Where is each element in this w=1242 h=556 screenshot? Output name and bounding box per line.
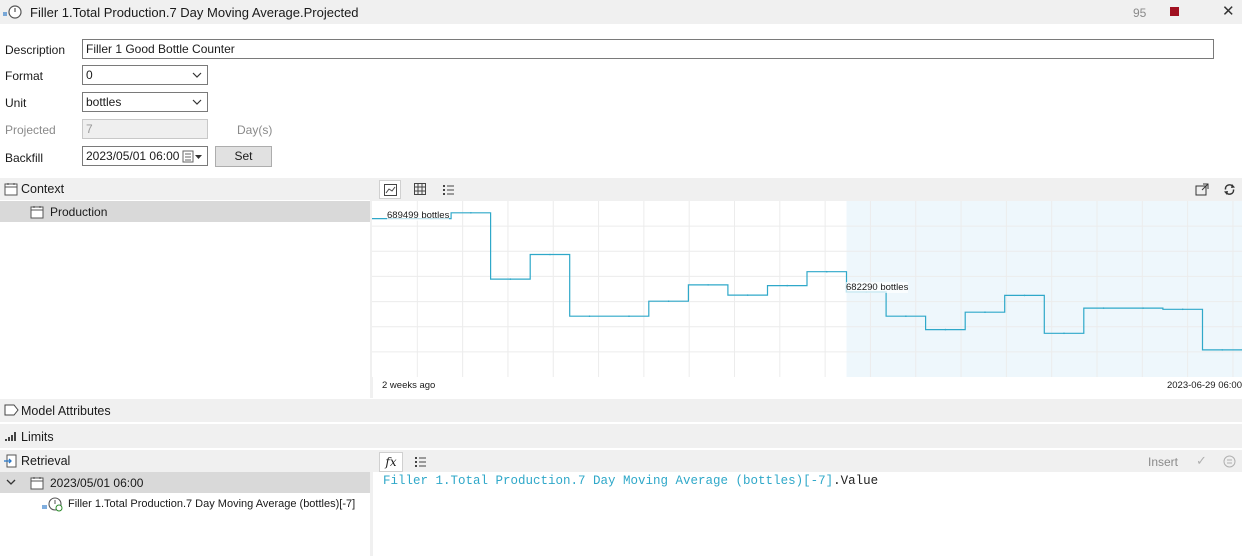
- data-point: [1142, 307, 1144, 309]
- insert-button[interactable]: Insert: [1148, 455, 1178, 469]
- description-field[interactable]: Filler 1 Good Bottle Counter: [82, 39, 1214, 59]
- model-attributes-section[interactable]: Model Attributes: [0, 399, 1242, 422]
- backfill-datetime-field[interactable]: 2023/05/01 06:00: [82, 146, 208, 166]
- unit-value: bottles: [86, 95, 122, 109]
- limits-title: Limits: [21, 430, 54, 444]
- retrieval-icon: [4, 454, 17, 468]
- data-point: [1221, 349, 1223, 351]
- context-item-production[interactable]: Production: [0, 201, 370, 222]
- retrieval-header: Retrieval: [0, 450, 370, 472]
- list-icon[interactable]: [414, 455, 427, 467]
- chart-toolbar: [373, 178, 1242, 201]
- current-value-label: 682290 bottles: [846, 282, 909, 293]
- clock-tag-icon: [42, 497, 63, 512]
- chevron-down-icon: [192, 72, 202, 78]
- start-value-label: 689499 bottles: [387, 210, 450, 221]
- data-point: [1181, 308, 1184, 311]
- projected-unit: Day(s): [237, 123, 273, 137]
- chart-view-tab[interactable]: [379, 180, 401, 199]
- calendar-icon: [30, 206, 44, 219]
- expression-editor[interactable]: Filler 1.Total Production.7 Day Moving A…: [383, 472, 1238, 490]
- projected-label: Projected: [5, 123, 56, 137]
- data-point: [667, 300, 670, 302]
- trend-chart-plot: [372, 201, 1242, 377]
- trend-chart[interactable]: 689499 bottles 682290 bottles: [372, 201, 1242, 377]
- data-point: [470, 212, 472, 214]
- context-item-label: Production: [50, 205, 108, 219]
- data-point: [905, 315, 907, 317]
- backfill-label: Backfill: [5, 151, 44, 165]
- calendar-dropdown-icon[interactable]: [182, 150, 204, 163]
- data-point: [826, 270, 828, 273]
- axis-end-label: 2023-06-29 06:00: [1166, 380, 1242, 391]
- expand-chevron-icon[interactable]: [6, 478, 16, 486]
- limits-icon: [5, 432, 16, 441]
- data-point: [588, 315, 591, 317]
- projected-field: 7: [82, 119, 208, 139]
- popout-icon[interactable]: [1195, 183, 1209, 196]
- calendar-icon: [30, 477, 44, 490]
- close-button[interactable]: ✕: [1222, 2, 1235, 20]
- tag-icon: [4, 404, 19, 416]
- expression-toolbar: fx Insert ✓: [373, 450, 1242, 472]
- context-calendar-icon: [4, 183, 18, 196]
- list-icon[interactable]: [442, 183, 455, 195]
- function-tab-icon[interactable]: fx: [379, 452, 403, 472]
- data-point: [1102, 307, 1105, 309]
- axis-start-label: 2 weeks ago: [382, 380, 436, 391]
- data-point: [1063, 332, 1065, 335]
- data-point: [628, 315, 630, 317]
- refresh-icon[interactable]: [1223, 183, 1236, 196]
- context-header: Context: [0, 178, 370, 200]
- chart-axis: 2 weeks ago 2023-06-29 06:00: [373, 377, 1242, 397]
- backfill-value: 2023/05/01 06:00: [86, 149, 180, 163]
- unit-select[interactable]: bottles: [82, 92, 208, 112]
- description-label: Description: [5, 43, 66, 57]
- retrieval-title: Retrieval: [21, 454, 71, 468]
- data-point: [944, 328, 947, 331]
- retrieval-node-time[interactable]: 2023/05/01 06:00: [0, 472, 370, 493]
- title-bar: Filler 1.Total Production.7 Day Moving A…: [0, 0, 1242, 24]
- unit-label: Unit: [5, 96, 27, 110]
- expression-reference: Filler 1.Total Production.7 Day Moving A…: [383, 474, 834, 488]
- limits-section[interactable]: Limits: [0, 424, 1242, 448]
- format-select[interactable]: 0: [82, 65, 208, 85]
- data-point: [707, 284, 709, 286]
- clock-tag-icon: [2, 3, 24, 21]
- retrieval-node-item-label: Filler 1.Total Production.7 Day Moving A…: [68, 498, 356, 510]
- model-attributes-title: Model Attributes: [21, 404, 111, 418]
- retrieval-node-time-label: 2023/05/01 06:00: [50, 476, 144, 490]
- expression-property: .Value: [833, 474, 879, 488]
- line-chart-icon: [384, 184, 397, 196]
- context-title: Context: [21, 182, 65, 196]
- item-count: 95: [1133, 6, 1147, 20]
- data-point: [509, 278, 512, 280]
- format-label: Format: [5, 69, 44, 83]
- format-value: 0: [86, 68, 93, 82]
- chevron-down-icon: [192, 99, 202, 105]
- table-icon[interactable]: [414, 183, 427, 195]
- retrieval-node-item[interactable]: Filler 1.Total Production.7 Day Moving A…: [0, 494, 370, 514]
- data-point: [746, 294, 749, 296]
- set-button[interactable]: Set: [215, 146, 272, 167]
- data-point: [1023, 294, 1026, 297]
- data-point: [984, 311, 986, 313]
- window-title: Filler 1.Total Production.7 Day Moving A…: [30, 5, 359, 20]
- data-point: [549, 253, 551, 256]
- stop-button[interactable]: [1170, 7, 1179, 16]
- format-code-icon[interactable]: [1223, 455, 1236, 468]
- check-icon[interactable]: ✓: [1196, 453, 1207, 469]
- data-point: [786, 284, 788, 287]
